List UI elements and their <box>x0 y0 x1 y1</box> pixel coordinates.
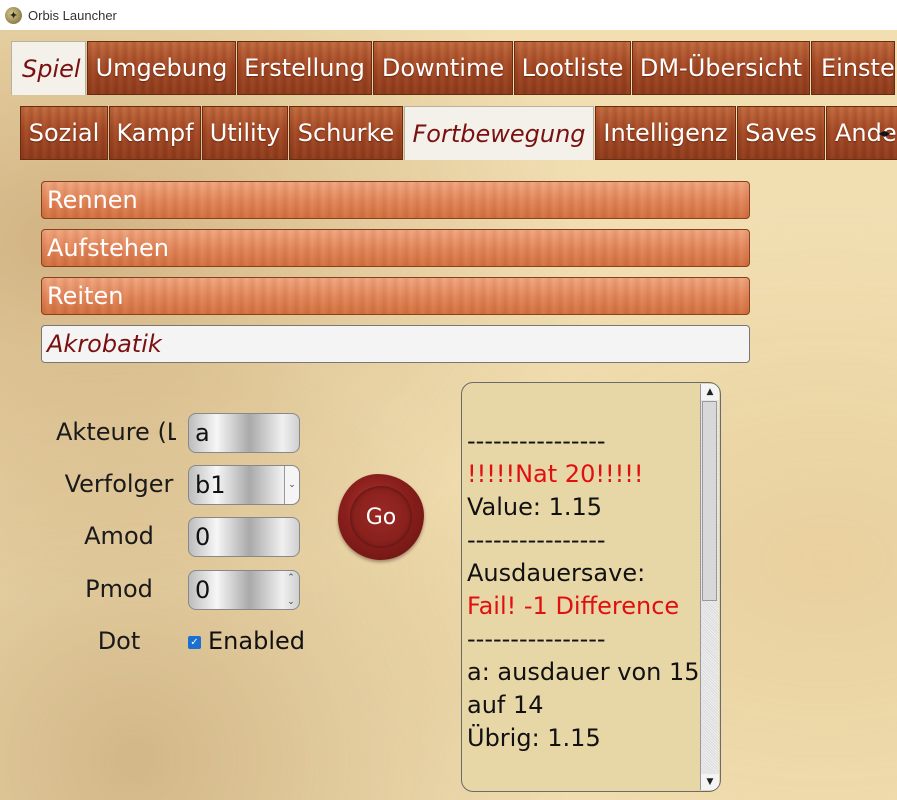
tab-dm-uebersicht[interactable]: DM-Übersicht <box>632 41 810 95</box>
amod-input[interactable]: 0 <box>188 517 300 557</box>
pmod-value: 0 <box>195 576 211 604</box>
tab-label: Sozial <box>28 119 100 147</box>
action-rennen[interactable]: Rennen <box>41 181 750 219</box>
output-line: ---------------- <box>467 526 606 554</box>
akteure-value: a <box>195 419 210 447</box>
tab-schurke[interactable]: Schurke <box>289 106 403 160</box>
tab-label: Erstellung <box>244 54 365 82</box>
tab-label: Saves <box>745 119 817 147</box>
tab-umgebung[interactable]: Umgebung <box>87 41 236 95</box>
output-line: ---------------- <box>467 625 606 653</box>
pmod-label: Pmod <box>85 575 153 603</box>
tab-label: Utility <box>209 119 281 147</box>
tab-label: Umgebung <box>95 54 228 82</box>
verfolger-value: b1 <box>195 471 226 499</box>
tab-label: Lootliste <box>521 54 624 82</box>
tab-label: DM-Übersicht <box>639 54 803 82</box>
chevron-right-icon[interactable]: ▸ <box>885 126 891 140</box>
action-label: Aufstehen <box>47 234 169 262</box>
action-label: Akrobatik <box>47 330 162 358</box>
main-tab-bar: Spiel Umgebung Erstellung Downtime Lootl… <box>11 41 896 95</box>
tab-label: Einstellungen <box>821 54 895 82</box>
tab-erstellung[interactable]: Erstellung <box>237 41 372 95</box>
akteure-label: Akteure (L <box>56 418 176 446</box>
amod-value: 0 <box>195 523 211 551</box>
dot-enabled-label[interactable]: Enabled <box>208 627 305 655</box>
action-label: Rennen <box>47 186 138 214</box>
title-bar: ✦ Orbis Launcher <box>0 0 897 30</box>
result-output[interactable]: ---------------- !!!!!Nat 20!!!!! Value: 1… <box>461 382 721 792</box>
go-button-label: Go <box>365 504 397 530</box>
tab-kampf[interactable]: Kampf <box>109 106 201 160</box>
action-aufstehen[interactable]: Aufstehen <box>41 229 750 267</box>
tab-label: Spiel <box>22 54 81 83</box>
action-label: Reiten <box>47 282 124 310</box>
dot-enabled-checkbox[interactable]: ✓ <box>188 636 201 649</box>
tab-saves[interactable]: Saves <box>737 106 825 160</box>
spinner-buttons[interactable]: ⌃ ⌄ <box>285 573 297 607</box>
tab-label: Kampf <box>116 119 194 147</box>
verfolger-select[interactable]: b1 ⌄ <box>188 465 300 505</box>
tab-label: Fortbewegung <box>412 119 586 148</box>
output-line: ---------------- <box>467 427 606 455</box>
output-line: !!!!!Nat 20!!!!! <box>467 460 644 488</box>
tab-label: Intelligenz <box>603 119 728 147</box>
output-line: Übrig: 1.15 <box>467 724 601 752</box>
action-reiten[interactable]: Reiten <box>41 277 750 315</box>
tab-label: Downtime <box>381 54 505 82</box>
go-button[interactable]: Go <box>338 474 424 560</box>
chevron-down-icon[interactable]: ⌄ <box>284 466 299 504</box>
tab-scroll-buttons[interactable]: ◂ ▸ <box>872 118 897 148</box>
tab-sozial[interactable]: Sozial <box>20 106 108 160</box>
tab-downtime[interactable]: Downtime <box>373 41 513 95</box>
check-icon: ✓ <box>190 637 199 648</box>
tab-utility[interactable]: Utility <box>202 106 288 160</box>
tab-label: Schurke <box>297 119 395 147</box>
tab-einstellungen[interactable]: Einstellungen <box>811 41 895 95</box>
akteure-input[interactable]: a <box>188 413 300 453</box>
spin-up-icon[interactable]: ⌃ <box>287 573 295 583</box>
output-line: Value: 1.15 <box>467 493 603 521</box>
scroll-up-icon[interactable]: ▲ <box>701 384 719 400</box>
scroll-thumb[interactable] <box>702 401 717 601</box>
tab-intelligenz[interactable]: Intelligenz <box>595 106 736 160</box>
action-akrobatik[interactable]: Akrobatik <box>41 325 750 363</box>
wax-seal-icon: Go <box>350 486 412 548</box>
output-line: Verfolger <box>467 788 703 791</box>
result-text: ---------------- !!!!!Nat 20!!!!! Value: 1… <box>467 425 703 791</box>
pmod-spinbox[interactable]: 0 ⌃ ⌄ <box>188 570 300 610</box>
output-scrollbar[interactable]: ▲ ▼ <box>700 384 719 790</box>
tab-spiel[interactable]: Spiel <box>11 41 86 95</box>
spin-down-icon[interactable]: ⌄ <box>287 597 295 607</box>
dot-label: Dot <box>97 627 141 655</box>
window-title: Orbis Launcher <box>28 7 117 23</box>
tab-lootliste[interactable]: Lootliste <box>514 41 631 95</box>
tab-fortbewegung[interactable]: Fortbewegung <box>404 106 594 160</box>
output-line: a: ausdauer von 15 auf 14 <box>467 658 700 719</box>
category-tab-bar: Sozial Kampf Utility Schurke Fortbewegun… <box>20 106 897 160</box>
verfolger-label: Verfolger <box>64 470 174 498</box>
app-logo-icon: ✦ <box>5 6 22 24</box>
output-line: Fail! -1 Difference <box>467 592 680 620</box>
output-line: Ausdauersave: <box>467 559 646 587</box>
amod-label: Amod <box>84 522 154 550</box>
scroll-down-icon[interactable]: ▼ <box>701 774 719 790</box>
